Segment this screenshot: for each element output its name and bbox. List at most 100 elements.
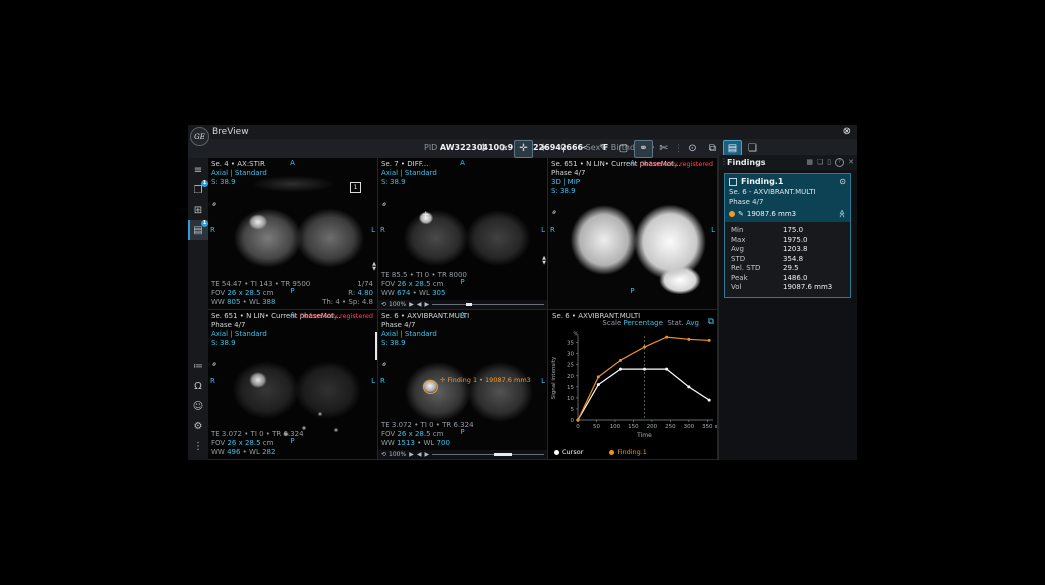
legend-dot-icon xyxy=(554,449,559,455)
svg-text:35: 35 xyxy=(567,341,574,347)
finding-annotation[interactable]: ✛ Finding 1 • 19087.6 mm3 xyxy=(440,376,531,384)
more-icon: ⋮ xyxy=(193,440,203,452)
stat-row: Rel. STD 29.5 xyxy=(731,264,799,272)
svg-text:0: 0 xyxy=(576,424,580,430)
step-back-icon[interactable]: ◀ xyxy=(417,451,422,458)
orientation-l: L xyxy=(371,377,375,386)
step-forward-icon[interactable]: ▶ xyxy=(424,451,429,458)
play-icon[interactable]: ▶ xyxy=(409,301,414,308)
viewport-4[interactable]: Se. 651 • N LIN• Current phaseMot... Phas… xyxy=(208,310,378,460)
orientation-a: A xyxy=(460,311,465,319)
pan-tool-icon[interactable]: ✛ xyxy=(514,139,533,158)
svg-text:10: 10 xyxy=(567,396,574,402)
svg-text:20: 20 xyxy=(567,374,574,380)
findings-header-icons: ▦ ❏ ▯? ✕ xyxy=(806,158,854,167)
stack-scroll-arrows[interactable]: ▲ ▼ xyxy=(371,262,377,272)
snapshot-tool-icon[interactable]: ⊙ xyxy=(683,140,702,158)
finding-checkbox[interactable] xyxy=(729,177,737,186)
findings-header: ⋮ Findings ▦ ❏ ▯? ✕ xyxy=(719,155,857,170)
phase-playback-bar[interactable]: ⟲ 100% ▶ ◀ ▶ xyxy=(378,450,547,459)
finding-series: Se. 6 - AXVIBRANT.MULTI xyxy=(729,188,816,196)
patient-list-icon: ❐ xyxy=(193,184,203,196)
delete-icon[interactable]: ▯ xyxy=(827,158,831,167)
viewport-2[interactable]: Se. 7 • DIFF... Axial | Standard S: 38.9 ⚭… xyxy=(378,158,548,310)
phase-slider[interactable] xyxy=(432,303,544,306)
cut-tool-icon[interactable]: ✄ xyxy=(654,140,673,158)
viewport-3[interactable]: Se. 651 • N LIN• Current phaseMot... Phas… xyxy=(548,158,718,310)
viewport-6-graph[interactable]: Se. 6 • AXVIBRANT.MULTI Scale Percentage… xyxy=(548,310,718,460)
screen: BreView ⊗ GE PID AW322304100.913.1226942… xyxy=(0,0,1045,585)
layout-list-icon: ≡ xyxy=(193,164,203,176)
sidebar-item-patient-list[interactable]: ❐ 1 xyxy=(188,180,208,200)
play-icon[interactable]: ▶ xyxy=(409,451,414,458)
findings-title: Findings xyxy=(727,158,766,167)
app-title: BreView xyxy=(212,127,249,137)
reset-zoom-icon[interactable]: ⟲ xyxy=(381,451,386,458)
annotate-tool-icon[interactable]: ✎ xyxy=(594,140,613,158)
finding-card[interactable]: Finding.1 ⊙ Se. 6 - AXVIBRANT.MULTI Phas… xyxy=(724,173,851,298)
sidebar-item-account[interactable]: ☺ xyxy=(188,396,208,416)
step-forward-icon[interactable]: ▶ xyxy=(424,301,429,308)
phase-slider[interactable] xyxy=(432,453,544,456)
stack-scroll-arrows[interactable]: ▲ ▼ xyxy=(541,256,547,266)
svg-text:Signal intensity: Signal intensity xyxy=(551,356,557,399)
window-level-tool-icon[interactable]: ☀ xyxy=(534,140,553,158)
svg-text:15: 15 xyxy=(567,385,574,391)
step-back-icon[interactable]: ◀ xyxy=(417,301,422,308)
annotation-marker[interactable]: 1 xyxy=(350,182,361,193)
orientation-a: A xyxy=(290,159,295,167)
link-tool-icon[interactable]: ⚭ xyxy=(634,139,653,158)
window-close-icon[interactable]: ⊗ xyxy=(843,126,851,137)
viewport-1[interactable]: Se. 4 • AX:STIR Axial | Standard S: 38.9 ⚭… xyxy=(208,158,378,310)
help-icon[interactable]: ? xyxy=(835,158,845,167)
orientation-tool-icon[interactable]: ⟳ xyxy=(494,140,513,158)
edit-pencil-icon[interactable]: ✎ xyxy=(738,210,744,218)
orientation-a: A xyxy=(460,159,465,167)
sidebar-item-series-grid[interactable]: ⊞ xyxy=(188,200,208,220)
close-icon[interactable]: ✕ xyxy=(848,158,854,167)
finding-stats: Min 175.0 Max 1975.0 Avg 1203.8 STD 354.8 Rel. S… xyxy=(725,222,850,297)
reset-zoom-icon[interactable]: ⟲ xyxy=(381,301,386,308)
pid-label: PID xyxy=(424,143,438,152)
sidebar-item-worklist[interactable]: ≔ xyxy=(188,356,208,376)
orientation-l: L xyxy=(541,377,545,386)
orientation-r: R xyxy=(210,225,215,234)
stat-row: Avg 1203.8 xyxy=(731,245,808,253)
measure-tool-icon[interactable]: ✂ xyxy=(574,140,593,158)
scale-dropdown[interactable]: Percentage xyxy=(624,319,663,327)
eye-icon[interactable]: ⊙ xyxy=(839,177,846,186)
phase-playback-bar[interactable]: ⟲ 100% ▶ ◀ ▶ xyxy=(378,300,547,309)
scale-label: Scale xyxy=(602,319,622,327)
sidebar-item-report[interactable]: ▤ 1 xyxy=(188,220,208,240)
orientation-l: L xyxy=(541,225,545,234)
breview-app-window: BreView ⊗ GE PID AW322304100.913.1226942… xyxy=(188,125,857,460)
copy-icon[interactable]: ❏ xyxy=(817,158,823,167)
layout-icon[interactable]: ▦ xyxy=(806,158,813,167)
sidebar-item-more[interactable]: ⋮ xyxy=(188,436,208,456)
orientation-r: R xyxy=(550,225,555,234)
graph-export-icon[interactable]: ⧉ xyxy=(708,317,714,327)
sidebar-item-layout-list[interactable]: ≡ xyxy=(188,160,208,180)
finding-color-dot xyxy=(729,210,735,217)
badge: 1 xyxy=(201,180,208,187)
zoom-tool-icon[interactable]: ⚲ xyxy=(554,140,573,158)
collapse-chevron-icon[interactable]: ≪ xyxy=(837,209,846,217)
divider-icon: ⋮ xyxy=(674,143,683,154)
orientation-r: R xyxy=(380,225,385,234)
sidebar-item-settings[interactable]: ⚙ xyxy=(188,416,208,436)
scroll-tool-icon[interactable]: ↕ xyxy=(474,140,493,158)
account-icon: ☺ xyxy=(192,400,204,412)
sidebar-item-notifications[interactable]: Ω xyxy=(188,376,208,396)
kinetics-chart: 051015202530350 50 100 150 200 250 300 350%sTim… xyxy=(551,332,717,440)
stat-label: Stat. xyxy=(667,319,684,327)
stat-dropdown[interactable]: Avg xyxy=(686,319,699,327)
stat-row: Max 1975.0 xyxy=(731,235,808,244)
scrollbar[interactable] xyxy=(375,332,377,360)
roi-tool-icon[interactable]: ▢ xyxy=(614,140,633,158)
orientation-r: R xyxy=(380,377,385,386)
orientation-p: P xyxy=(630,287,635,295)
viewport-5[interactable]: Se. 6 • AXVIBRANT.MULTI Phase 4/7 Axial | … xyxy=(378,310,548,460)
orientation-a: A xyxy=(630,159,635,167)
finding-contour[interactable] xyxy=(423,380,438,394)
svg-text:350: 350 xyxy=(702,424,713,430)
